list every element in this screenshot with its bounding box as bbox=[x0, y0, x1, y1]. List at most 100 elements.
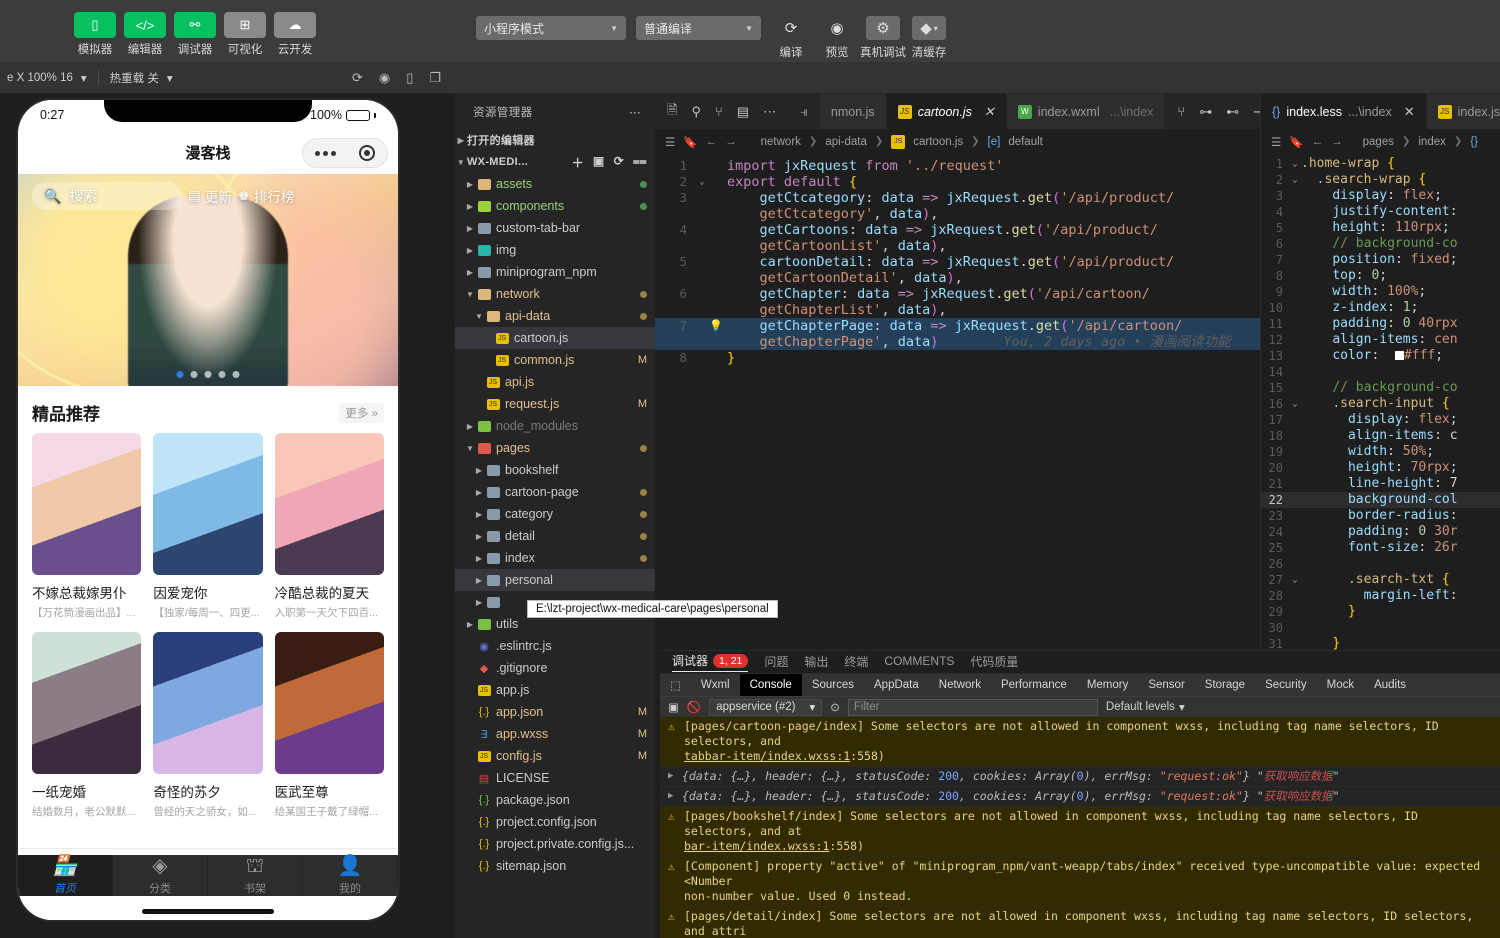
window-icon[interactable]: ❐ bbox=[429, 70, 441, 86]
fold-icon[interactable] bbox=[1289, 460, 1301, 476]
tree-folder[interactable]: ▶ detail bbox=[455, 525, 655, 547]
forward-arrow-icon[interactable]: → bbox=[725, 136, 737, 148]
phone-icon[interactable]: ▯ bbox=[406, 70, 413, 86]
fold-icon[interactable] bbox=[1289, 588, 1301, 604]
fold-icon[interactable]: ⌄ bbox=[1289, 396, 1301, 412]
back-arrow-icon[interactable]: ← bbox=[1312, 136, 1324, 148]
breadcrumb-apidata[interactable]: api-data bbox=[825, 136, 867, 148]
collapse-icon[interactable]: ⩵ bbox=[633, 154, 647, 171]
fold-icon[interactable] bbox=[1289, 492, 1301, 508]
back-arrow-icon[interactable]: ← bbox=[706, 136, 718, 148]
quickfix-icon[interactable] bbox=[709, 158, 723, 174]
tree-folder[interactable]: ▶ cartoon-page bbox=[455, 481, 655, 503]
fold-icon[interactable] bbox=[1289, 604, 1301, 620]
chevron-down-icon[interactable]: ▼ bbox=[473, 312, 485, 321]
devtools-tab-Memory[interactable]: Memory bbox=[1077, 674, 1139, 696]
panel-tab-输出[interactable]: 输出 bbox=[804, 653, 828, 672]
chevron-right-icon[interactable]: ▶ bbox=[473, 488, 485, 497]
tree-file[interactable]: JS api.js bbox=[455, 371, 655, 393]
editor-tab-indexless[interactable]: {} index.less ...\index ✕ bbox=[1261, 94, 1427, 129]
comic-card[interactable]: 奇怪的苏夕 曾经的天之骄女，如... bbox=[153, 632, 263, 819]
panel-tab-调试器[interactable]: 调试器 1, 21 bbox=[672, 652, 749, 673]
new-folder-icon[interactable]: ▣ bbox=[593, 154, 605, 171]
fold-icon[interactable] bbox=[1289, 540, 1301, 556]
fold-icon[interactable] bbox=[1289, 412, 1301, 428]
toolbar-button-1[interactable]: </> 编辑器 bbox=[124, 12, 166, 57]
tree-file[interactable]: ▤ LICENSE bbox=[455, 767, 655, 789]
editor-tab-indexwxml[interactable]: W index.wxml ...\index bbox=[1006, 94, 1166, 129]
tree-folder[interactable]: ▼ pages bbox=[455, 437, 655, 459]
list-icon[interactable]: ☰ bbox=[1271, 135, 1281, 149]
fold-icon[interactable] bbox=[695, 270, 709, 286]
tree-file[interactable]: {.} project.private.config.js... bbox=[455, 833, 655, 855]
fold-icon[interactable]: ⌄ bbox=[1289, 572, 1301, 588]
new-file-icon[interactable]: 🗎 bbox=[667, 101, 677, 123]
device-caret-icon[interactable]: ▾ bbox=[74, 71, 94, 85]
chevron-right-icon[interactable]: ▶ bbox=[473, 510, 485, 519]
fold-icon[interactable] bbox=[1289, 380, 1301, 396]
fold-icon[interactable] bbox=[1289, 204, 1301, 220]
editor-tab-nmon[interactable]: nmon.js bbox=[819, 94, 887, 129]
step-into-icon[interactable]: ⊶ bbox=[1199, 104, 1212, 120]
toolbar-button-4[interactable]: ☁ 云开发 bbox=[274, 12, 316, 57]
tree-folder[interactable]: ▶ personal bbox=[455, 569, 655, 591]
toolbar-button-2[interactable]: ⚯ 调试器 bbox=[174, 12, 216, 57]
fold-icon[interactable] bbox=[695, 302, 709, 318]
close-icon[interactable]: ✕ bbox=[984, 104, 995, 120]
tree-folder[interactable]: ▶ bookshelf bbox=[455, 459, 655, 481]
tree-file[interactable]: JS config.js M bbox=[455, 745, 655, 767]
breadcrumb-pages[interactable]: pages bbox=[1363, 136, 1394, 148]
toolbar-action-3[interactable]: ◆ ▾ 清缓存 bbox=[909, 16, 949, 60]
devtools-tab-Sensor[interactable]: Sensor bbox=[1138, 674, 1194, 696]
console-source-link[interactable]: bar-item/index.wxss:1 bbox=[684, 839, 829, 853]
comic-card[interactable]: 冷酷总裁的夏天 入职第一天欠下四百... bbox=[274, 433, 384, 620]
devtools-tab-Sources[interactable]: Sources bbox=[802, 674, 864, 696]
devtools-tab-Performance[interactable]: Performance bbox=[991, 674, 1077, 696]
section-more-link[interactable]: 更多 » bbox=[339, 402, 384, 423]
fold-icon[interactable] bbox=[1289, 316, 1301, 332]
ellipsis-icon[interactable]: ⋯ bbox=[629, 105, 641, 119]
console-message[interactable]: ▶ {data: {…}, header: {…}, statusCode: 20… bbox=[660, 766, 1500, 787]
editor-tab-indexjs[interactable]: JS index.js bbox=[1426, 94, 1500, 129]
source-control-icon[interactable]: ⑂ bbox=[1177, 104, 1185, 119]
fold-icon[interactable] bbox=[1289, 284, 1301, 300]
tree-file[interactable]: ∃ app.wxss M bbox=[455, 723, 655, 745]
quickfix-icon[interactable] bbox=[709, 350, 723, 366]
chevron-right-icon[interactable]: ▶ bbox=[473, 532, 485, 541]
refresh-icon[interactable]: ⟳ bbox=[352, 70, 363, 86]
chevron-right-icon[interactable]: ▶ bbox=[464, 268, 476, 277]
console-message[interactable]: ⚠ [Component] property "active" of "minip… bbox=[660, 856, 1500, 907]
bookmark-icon[interactable]: 🔖 bbox=[1289, 135, 1303, 149]
quickfix-icon[interactable] bbox=[709, 286, 723, 302]
comic-card[interactable]: 一纸宠婚 结婚数月，老公默默... bbox=[32, 632, 142, 819]
tree-file[interactable]: {.} project.config.json bbox=[455, 811, 655, 833]
breadcrumb-network[interactable]: network bbox=[761, 136, 801, 148]
tree-folder[interactable]: ▶ miniprogram_npm bbox=[455, 261, 655, 283]
quickfix-icon[interactable] bbox=[709, 334, 723, 350]
tree-folder[interactable]: ▼ api-data bbox=[455, 305, 655, 327]
chevron-right-icon[interactable]: ▶ bbox=[464, 620, 476, 629]
banner-link-update[interactable]: ▤ 更新 bbox=[188, 186, 232, 206]
fold-icon[interactable] bbox=[1289, 236, 1301, 252]
tree-file[interactable]: JS common.js M bbox=[455, 349, 655, 371]
tree-file[interactable]: JS app.js bbox=[455, 679, 655, 701]
fold-icon[interactable]: ⌄ bbox=[1289, 156, 1301, 172]
fold-icon[interactable] bbox=[695, 158, 709, 174]
quickfix-icon[interactable] bbox=[709, 190, 723, 206]
devtools-tab-Mock[interactable]: Mock bbox=[1317, 674, 1364, 696]
console-filter-input[interactable]: Filter bbox=[847, 698, 1098, 716]
tabbar-item-我的[interactable]: 👤 我的 bbox=[303, 855, 398, 896]
fold-icon[interactable] bbox=[695, 286, 709, 302]
source-control-icon[interactable]: ⑂ bbox=[715, 104, 723, 119]
bookmark-icon[interactable]: 🔖 bbox=[683, 135, 697, 149]
toolbar-action-1[interactable]: ◉ 预览 bbox=[817, 16, 857, 60]
fold-icon[interactable] bbox=[1289, 220, 1301, 236]
quickfix-icon[interactable] bbox=[709, 254, 723, 270]
chevron-right-icon[interactable]: ▶ bbox=[464, 180, 476, 189]
search-input[interactable]: 🔍 搜索 bbox=[32, 182, 182, 210]
search-icon[interactable]: ⚲ bbox=[691, 104, 701, 120]
console-message[interactable]: ⚠ [pages/bookshelf/index] Some selectors … bbox=[660, 806, 1500, 857]
console-output[interactable]: ⚠ [pages/cartoon-page/index] Some selecto… bbox=[660, 716, 1500, 938]
fold-icon[interactable] bbox=[695, 222, 709, 238]
devtools-tab-Wxml[interactable]: Wxml bbox=[691, 674, 740, 696]
